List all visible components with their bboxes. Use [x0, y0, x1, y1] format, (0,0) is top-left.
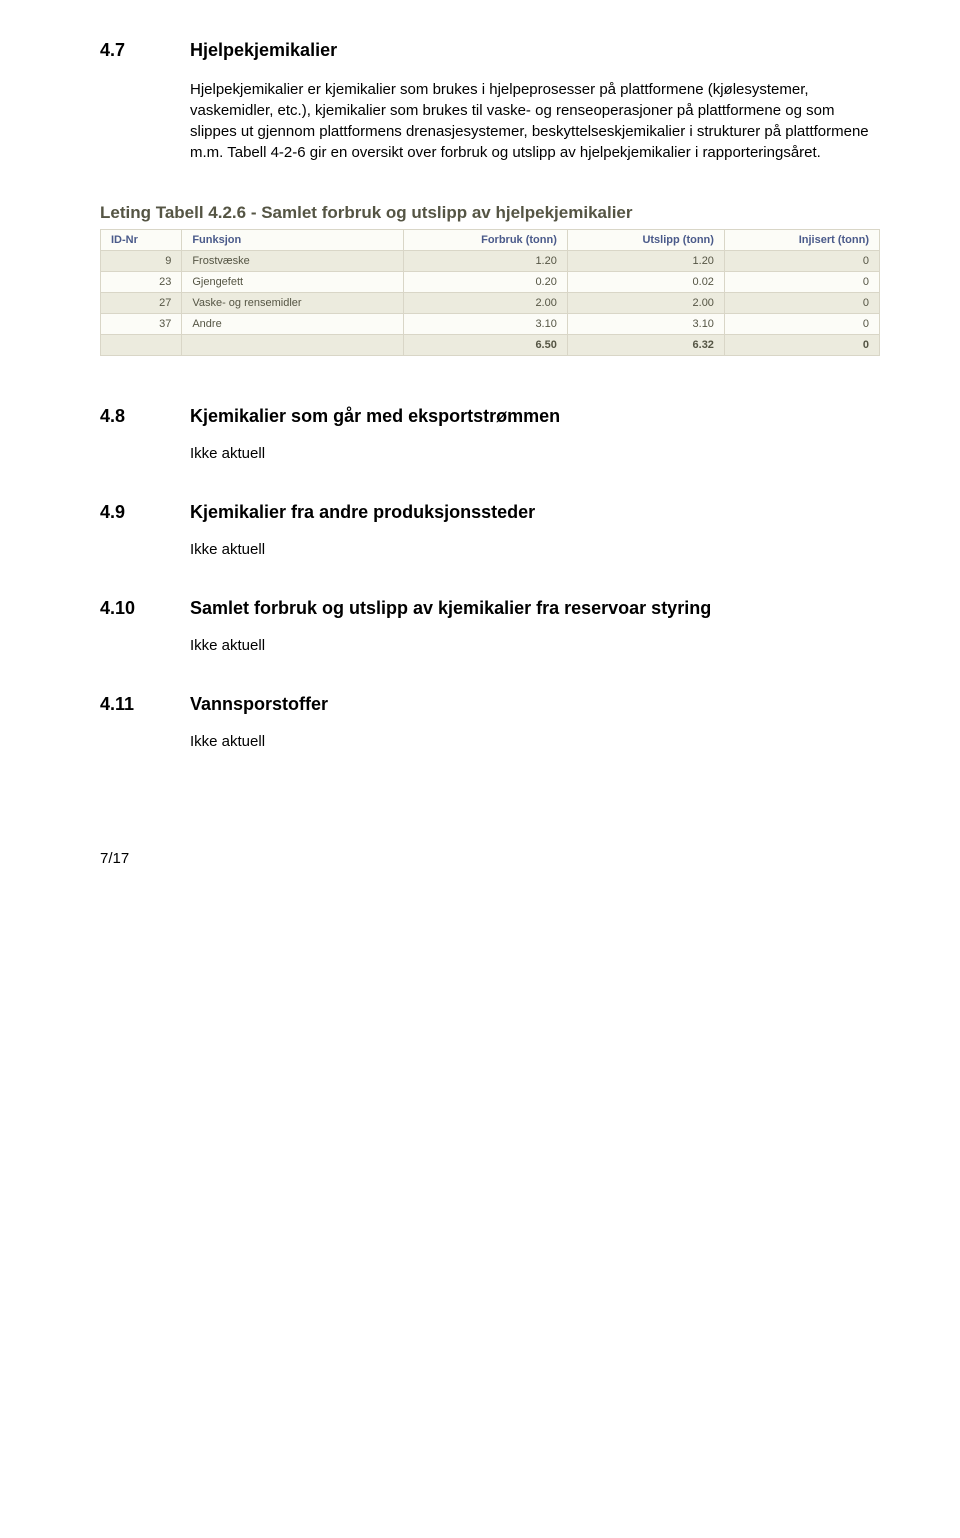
section-title: Samlet forbruk og utslipp av kjemikalier…: [190, 598, 711, 619]
section-heading: 4.10 Samlet forbruk og utslipp av kjemik…: [100, 598, 880, 619]
cell-injisert: 0: [724, 272, 879, 293]
table-header-row: ID-Nr Funksjon Forbruk (tonn) Utslipp (t…: [101, 230, 880, 251]
not-applicable: Ikke aktuell: [190, 541, 880, 558]
table-row: 9 Frostvæske 1.20 1.20 0: [101, 251, 880, 272]
cell-injisert: 0: [724, 314, 879, 335]
cell-utslipp: 2.00: [567, 293, 724, 314]
section-heading: 4.9 Kjemikalier fra andre produksjonsste…: [100, 502, 880, 523]
section-body: Hjelpekjemikalier er kjemikalier som bru…: [190, 79, 880, 163]
page-number: 7/17: [100, 850, 880, 867]
table-title: Leting Tabell 4.2.6 - Samlet forbruk og …: [100, 203, 880, 223]
cell-utslipp: 3.10: [567, 314, 724, 335]
section-heading: 4.7 Hjelpekjemikalier: [100, 40, 880, 61]
cell-forbruk: 2.00: [403, 293, 567, 314]
section-4-10: 4.10 Samlet forbruk og utslipp av kjemik…: [100, 598, 880, 654]
cell-funksjon: Vaske- og rensemidler: [182, 293, 403, 314]
table-row: 23 Gjengefett 0.20 0.02 0: [101, 272, 880, 293]
col-injisert: Injisert (tonn): [724, 230, 879, 251]
cell-funksjon: Andre: [182, 314, 403, 335]
section-number: 4.9: [100, 502, 190, 523]
cell-total-injisert: 0: [724, 335, 879, 356]
not-applicable: Ikke aktuell: [190, 445, 880, 462]
section-4-7: 4.7 Hjelpekjemikalier Hjelpekjemikalier …: [100, 40, 880, 163]
col-id: ID-Nr: [101, 230, 182, 251]
section-title: Kjemikalier fra andre produksjonssteder: [190, 502, 535, 523]
section-4-9: 4.9 Kjemikalier fra andre produksjonsste…: [100, 502, 880, 558]
cell-funksjon: Frostvæske: [182, 251, 403, 272]
col-funksjon: Funksjon: [182, 230, 403, 251]
table-row: 27 Vaske- og rensemidler 2.00 2.00 0: [101, 293, 880, 314]
cell-forbruk: 3.10: [403, 314, 567, 335]
cell-injisert: 0: [724, 293, 879, 314]
cell-id: 37: [101, 314, 182, 335]
cell-injisert: 0: [724, 251, 879, 272]
cell-forbruk: 0.20: [403, 272, 567, 293]
section-number: 4.8: [100, 406, 190, 427]
not-applicable: Ikke aktuell: [190, 733, 880, 750]
cell-total-forbruk: 6.50: [403, 335, 567, 356]
section-4-8: 4.8 Kjemikalier som går med eksportstrøm…: [100, 406, 880, 462]
cell-funksjon: Gjengefett: [182, 272, 403, 293]
section-number: 4.10: [100, 598, 190, 619]
cell-id: 9: [101, 251, 182, 272]
section-title: Kjemikalier som går med eksportstrømmen: [190, 406, 560, 427]
table-total-row: 6.50 6.32 0: [101, 335, 880, 356]
cell-utslipp: 0.02: [567, 272, 724, 293]
cell-total-utslipp: 6.32: [567, 335, 724, 356]
cell-empty: [182, 335, 403, 356]
table-row: 37 Andre 3.10 3.10 0: [101, 314, 880, 335]
section-title: Vannsporstoffer: [190, 694, 328, 715]
section-heading: 4.11 Vannsporstoffer: [100, 694, 880, 715]
cell-empty: [101, 335, 182, 356]
cell-forbruk: 1.20: [403, 251, 567, 272]
cell-utslipp: 1.20: [567, 251, 724, 272]
section-number: 4.11: [100, 694, 190, 715]
section-title: Hjelpekjemikalier: [190, 40, 337, 61]
col-utslipp: Utslipp (tonn): [567, 230, 724, 251]
col-forbruk: Forbruk (tonn): [403, 230, 567, 251]
section-heading: 4.8 Kjemikalier som går med eksportstrøm…: [100, 406, 880, 427]
section-4-11: 4.11 Vannsporstoffer Ikke aktuell: [100, 694, 880, 750]
cell-id: 27: [101, 293, 182, 314]
not-applicable: Ikke aktuell: [190, 637, 880, 654]
cell-id: 23: [101, 272, 182, 293]
section-number: 4.7: [100, 40, 190, 61]
chemicals-table: ID-Nr Funksjon Forbruk (tonn) Utslipp (t…: [100, 229, 880, 356]
